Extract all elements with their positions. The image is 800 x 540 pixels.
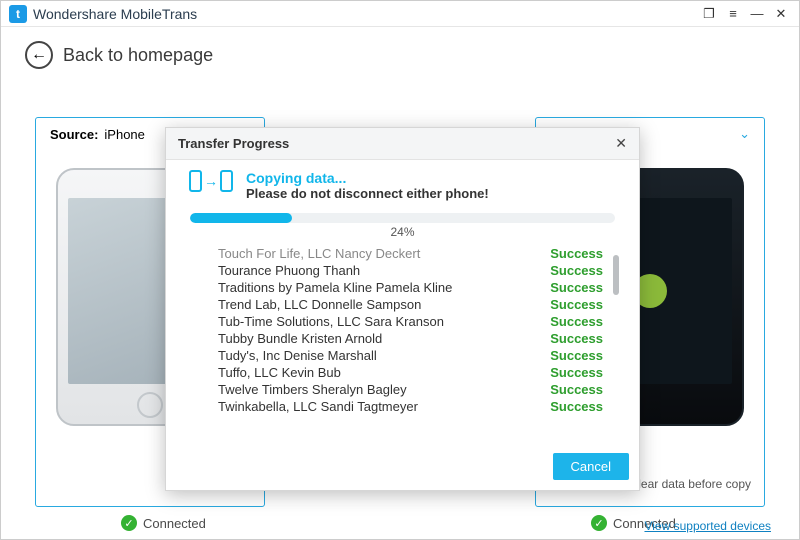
dialog-title: Transfer Progress: [178, 136, 289, 151]
list-item-name: Tudy's, Inc Denise Marshall: [218, 348, 550, 363]
list-item: Traditions by Pamela Kline Pamela KlineS…: [184, 279, 621, 296]
list-item-name: Tub-Time Solutions, LLC Sara Kranson: [218, 314, 550, 329]
close-icon[interactable]: ✕: [771, 4, 791, 24]
list-item-name: Twelve Timbers Sheralyn Bagley: [218, 382, 550, 397]
check-icon: ✓: [121, 515, 137, 531]
source-label: Source:: [50, 127, 98, 142]
supported-devices-link[interactable]: View supported devices: [644, 519, 771, 533]
status-title: Copying data...: [246, 170, 489, 186]
list-item-status: Success: [550, 280, 603, 295]
list-item-status: Success: [550, 382, 603, 397]
list-item: Tuffo, LLC Kevin BubSuccess: [184, 364, 621, 381]
list-item: Tub-Time Solutions, LLC Sara KransonSucc…: [184, 313, 621, 330]
list-item-status: Success: [550, 246, 603, 261]
check-icon: ✓: [591, 515, 607, 531]
transfer-progress-dialog: Transfer Progress ✕ → Copying data... Pl…: [165, 127, 640, 491]
list-item-status: Success: [550, 348, 603, 363]
cancel-button[interactable]: Cancel: [553, 453, 629, 480]
list-item: Twinkabella, LLC Sandi TagtmeyerSuccess: [184, 398, 621, 415]
list-item: Trend Lab, LLC Donnelle SampsonSuccess: [184, 296, 621, 313]
list-item-status: Success: [550, 263, 603, 278]
source-connected-status: ✓ Connected: [121, 515, 206, 531]
transfer-list: Touch For Life, LLC Nancy DeckertSuccess…: [184, 245, 621, 435]
list-item-name: Tubby Bundle Kristen Arnold: [218, 331, 550, 346]
list-item-status: Success: [550, 365, 603, 380]
list-item-name: Tuffo, LLC Kevin Bub: [218, 365, 550, 380]
list-item-status: Success: [550, 314, 603, 329]
list-item-name: Tourance Phuong Thanh: [218, 263, 550, 278]
list-item-status: Success: [550, 297, 603, 312]
list-item-name: Traditions by Pamela Kline Pamela Kline: [218, 280, 550, 295]
list-item-name: Touch For Life, LLC Nancy Deckert: [218, 246, 550, 261]
progress-percent: 24%: [184, 225, 621, 239]
scrollbar-thumb[interactable]: [613, 255, 619, 295]
back-arrow-icon: ←: [25, 41, 53, 69]
list-item-name: Trend Lab, LLC Donnelle Sampson: [218, 297, 550, 312]
list-item-name: Twinkabella, LLC Sandi Tagtmeyer: [218, 399, 550, 414]
list-item: Touch For Life, LLC Nancy DeckertSuccess: [184, 245, 621, 262]
back-link[interactable]: ← Back to homepage: [25, 37, 775, 73]
chevron-down-icon[interactable]: ⌄: [739, 126, 750, 142]
list-item: Tudy's, Inc Denise MarshallSuccess: [184, 347, 621, 364]
progress-bar: [190, 213, 615, 223]
list-item: Tourance Phuong ThanhSuccess: [184, 262, 621, 279]
list-item-status: Success: [550, 399, 603, 414]
list-item: Tubby Bundle Kristen ArnoldSuccess: [184, 330, 621, 347]
app-logo: t: [9, 5, 27, 23]
status-subtitle: Please do not disconnect either phone!: [246, 186, 489, 201]
dialog-close-icon[interactable]: ✕: [615, 135, 627, 152]
minimize-icon[interactable]: —: [747, 4, 767, 24]
list-item: Twelve Timbers Sheralyn BagleySuccess: [184, 381, 621, 398]
source-connected-label: Connected: [143, 516, 206, 531]
source-device: iPhone: [104, 127, 144, 142]
menu-icon[interactable]: ≡: [723, 4, 743, 24]
back-label: Back to homepage: [63, 45, 213, 66]
clear-data-label: Clear data before copy: [630, 477, 751, 491]
feedback-icon[interactable]: ❐: [699, 4, 719, 24]
app-title: Wondershare MobileTrans: [33, 6, 197, 22]
list-item-status: Success: [550, 331, 603, 346]
transfer-icon: →: [188, 170, 234, 192]
